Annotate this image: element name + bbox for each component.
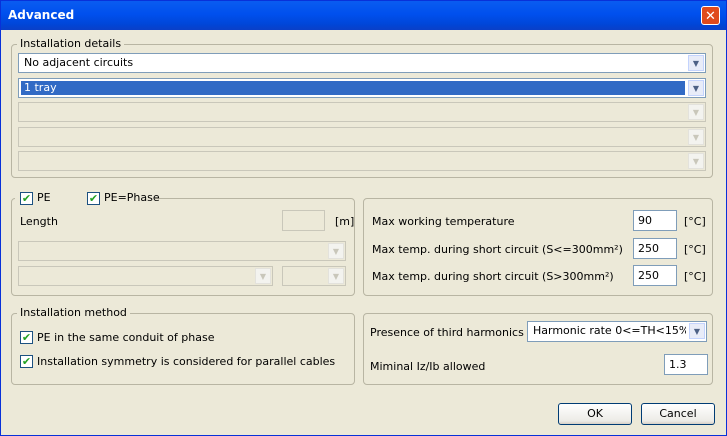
chevron-down-icon: ▼ — [328, 243, 344, 259]
close-icon: ✕ — [705, 9, 716, 24]
ok-button[interactable]: OK — [558, 403, 632, 425]
chevron-down-icon: ▼ — [688, 104, 704, 120]
length-input[interactable] — [282, 210, 325, 231]
chevron-down-icon: ▼ — [688, 55, 704, 71]
chevron-down-icon: ▼ — [688, 129, 704, 145]
pe-header: ✔ PE ✔ PE=Phase — [15, 191, 160, 205]
third-harmonics-value: Harmonic rate 0<=TH<15% — [533, 324, 686, 337]
installation-method-group: Installation method — [11, 306, 355, 385]
cancel-button[interactable]: Cancel — [641, 403, 715, 425]
max-sc-temp-small-unit: [°C] — [684, 243, 706, 256]
pe-same-conduit-label: PE in the same conduit of phase — [37, 331, 215, 344]
chevron-down-icon: ▼ — [688, 80, 704, 96]
max-sc-temp-small-input[interactable]: 250 — [633, 238, 677, 259]
advanced-dialog: Advanced ✕ Installation details No adjac… — [0, 0, 727, 436]
pe-section-combo[interactable]: ▼ — [18, 241, 346, 261]
length-unit: [m] — [335, 215, 355, 228]
length-label: Length — [20, 215, 58, 228]
chevron-down-icon: ▼ — [255, 268, 271, 284]
min-iz-ib-input[interactable]: 1.3 — [664, 354, 708, 375]
check-icon: ✔ — [21, 192, 32, 205]
pe-material-combo[interactable]: ▼ — [18, 266, 273, 286]
chevron-down-icon: ▼ — [688, 153, 704, 169]
third-harmonics-combo[interactable]: Harmonic rate 0<=TH<15% ▼ — [527, 321, 707, 342]
max-sc-temp-large-unit: [°C] — [684, 270, 706, 283]
chevron-down-icon: ▼ — [328, 268, 344, 284]
check-icon: ✔ — [21, 331, 32, 344]
adjacent-circuits-value: No adjacent circuits — [24, 56, 134, 69]
max-sc-temp-large-label: Max temp. during short circuit (S>300mm²… — [372, 270, 614, 283]
tray-combo[interactable]: 1 tray ▼ — [18, 78, 706, 98]
pe-same-conduit-checkbox[interactable]: ✔ — [20, 331, 33, 344]
check-icon: ✔ — [88, 192, 99, 205]
tray-value: 1 tray — [21, 81, 685, 95]
installation-symmetry-checkbox[interactable]: ✔ — [20, 355, 33, 368]
max-sc-temp-large-input[interactable]: 250 — [633, 265, 677, 286]
window-title: Advanced — [8, 8, 75, 22]
installation-details-label: Installation details — [17, 37, 125, 50]
detail-combo-4-value — [21, 130, 685, 144]
close-button[interactable]: ✕ — [701, 6, 720, 25]
detail-combo-3[interactable]: ▼ — [18, 102, 706, 122]
adjacent-circuits-combo[interactable]: No adjacent circuits ▼ — [18, 53, 706, 73]
max-working-temp-unit: [°C] — [684, 215, 706, 228]
max-working-temp-input[interactable]: 90 — [633, 210, 677, 231]
pe-checkbox[interactable]: ✔ — [20, 192, 33, 205]
check-icon: ✔ — [21, 355, 32, 368]
pe-phase-checkbox[interactable]: ✔ — [87, 192, 100, 205]
detail-combo-5[interactable]: ▼ — [18, 151, 706, 171]
pe-phase-label: PE=Phase — [104, 191, 160, 204]
installation-symmetry-label: Installation symmetry is considered for … — [37, 355, 336, 368]
third-harmonics-label: Presence of third harmonics — [370, 326, 524, 339]
title-bar[interactable]: Advanced ✕ — [1, 1, 726, 30]
detail-combo-3-value — [21, 105, 685, 119]
pe-unit-combo[interactable]: ▼ — [282, 266, 346, 286]
pe-label: PE — [37, 191, 51, 204]
max-sc-temp-small-label: Max temp. during short circuit (S<=300mm… — [372, 243, 623, 256]
max-working-temp-label: Max working temperature — [372, 215, 515, 228]
detail-combo-5-value — [21, 154, 685, 168]
chevron-down-icon: ▼ — [689, 323, 705, 339]
min-iz-ib-label: Miminal Iz/Ib allowed — [370, 360, 486, 373]
detail-combo-4[interactable]: ▼ — [18, 127, 706, 147]
installation-method-label: Installation method — [17, 306, 130, 319]
